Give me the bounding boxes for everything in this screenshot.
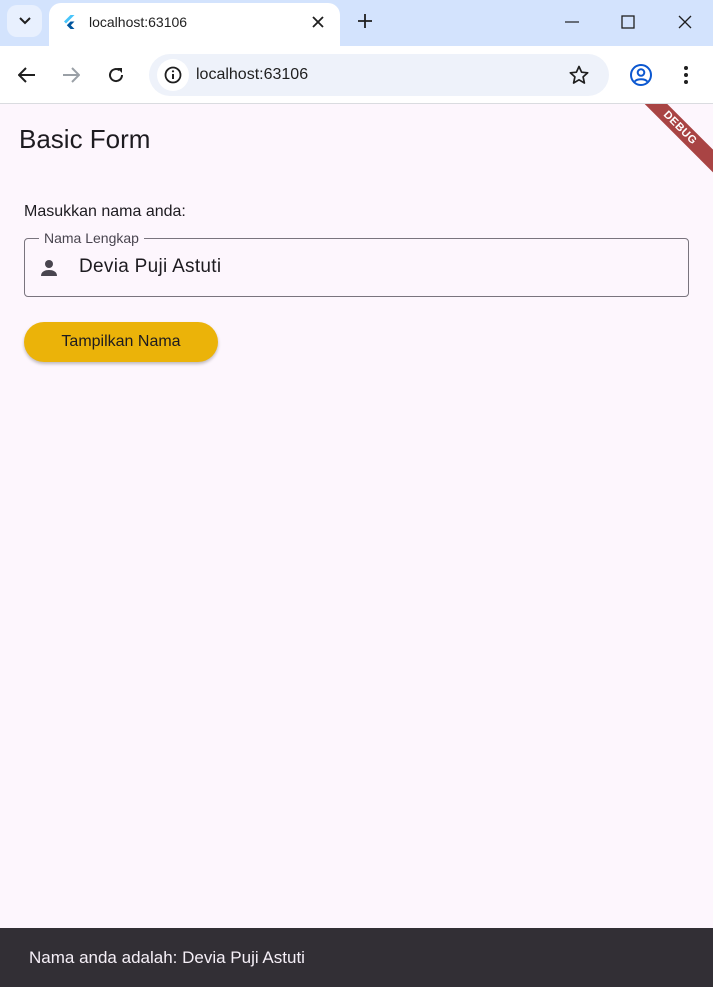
new-tab-button[interactable] [353,9,377,33]
site-info-button[interactable] [157,59,189,91]
app-viewport: Basic Form DEBUG Masukkan nama anda: Nam… [0,104,713,987]
show-name-button[interactable]: Tampilkan Nama [24,322,218,362]
maximize-button[interactable] [613,8,643,36]
tab-title: localhost:63106 [89,14,188,30]
tab-search-button[interactable] [7,5,42,37]
arrow-right-icon [63,67,80,83]
browser-tab[interactable]: localhost:63106 [49,3,340,46]
tab-close-button[interactable] [308,12,328,32]
flutter-favicon-icon [64,15,75,29]
arrow-left-icon [18,67,35,83]
address-bar[interactable]: localhost:63106 [149,54,609,96]
window-close-button[interactable] [670,8,700,36]
back-button[interactable] [13,61,41,89]
info-icon [164,66,182,84]
name-input[interactable]: Nama Lengkap Devia Puji Astuti [24,230,689,297]
account-circle-icon [630,64,652,86]
more-vert-icon [684,66,688,84]
forward-button[interactable] [57,61,85,89]
person-icon [41,260,57,276]
browser-tab-bar: localhost:63106 [0,0,713,46]
name-input-label: Nama Lengkap [39,230,144,246]
browser-toolbar: localhost:63106 [0,46,713,104]
profile-button[interactable] [627,61,655,89]
chevron-down-icon [18,17,31,25]
close-icon [312,16,324,28]
bookmark-button[interactable] [567,63,591,87]
plus-icon [358,14,372,28]
browser-menu-button[interactable] [672,61,700,89]
star-icon [569,65,589,84]
snackbar: Nama anda adalah: Devia Puji Astuti [0,928,713,987]
minimize-icon [565,21,579,23]
page-title: Basic Form [19,124,151,154]
name-prompt-label: Masukkan nama anda: [24,203,186,220]
name-input-value[interactable]: Devia Puji Astuti [79,256,221,278]
close-icon [678,15,692,29]
debug-banner-label: DEBUG [660,108,700,148]
url-text[interactable]: localhost:63106 [196,66,308,84]
debug-banner: DEBUG [635,104,713,173]
minimize-button[interactable] [557,8,587,36]
maximize-icon [621,15,635,29]
snackbar-message: Nama anda adalah: Devia Puji Astuti [29,948,305,967]
reload-icon [109,68,124,83]
reload-button[interactable] [102,61,130,89]
